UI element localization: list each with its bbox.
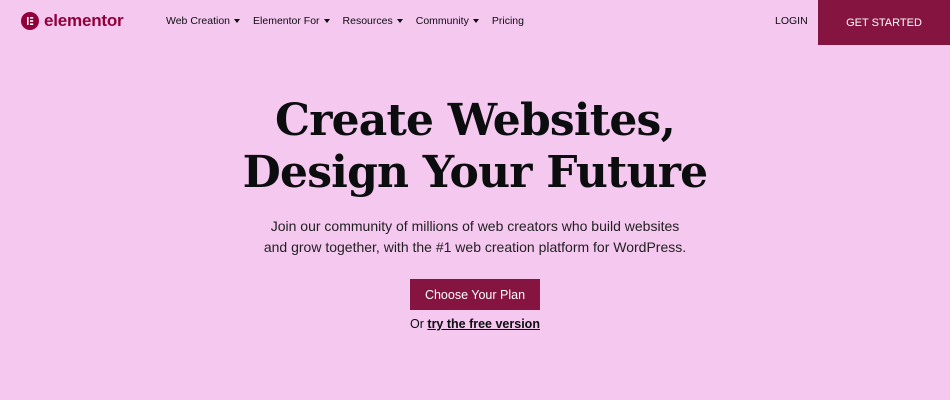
nav-resources[interactable]: Resources (343, 15, 403, 27)
hero-title-line-1: Create Websites, (274, 95, 676, 146)
nav-label: Web Creation (166, 15, 231, 27)
elementor-logo-icon (21, 12, 39, 30)
nav-pricing[interactable]: Pricing (492, 15, 524, 27)
hero-subtitle-line-1: Join our community of millions of web cr… (270, 218, 680, 234)
alt-prefix: Or (410, 317, 424, 331)
chevron-down-icon (472, 19, 479, 23)
nav-label: Pricing (491, 15, 524, 27)
site-header: elementor Web Creation Elementor For Res… (0, 0, 950, 45)
hero-subtitle: Join our community of millions of web cr… (0, 216, 950, 258)
login-link[interactable]: LOGIN (775, 15, 808, 27)
hero-title: Create Websites, Design Your Future (0, 95, 950, 199)
hero-subtitle-line-2: and grow together, with the #1 web creat… (263, 239, 687, 255)
main-nav: Web Creation Elementor For Resources Com… (166, 15, 537, 27)
nav-label: Community (415, 15, 469, 27)
elementor-logo[interactable]: elementor (21, 11, 124, 31)
logo-text: elementor (44, 11, 124, 30)
choose-your-plan-button[interactable]: Choose Your Plan (410, 279, 540, 310)
hero-title-line-2: Design Your Future (242, 147, 708, 198)
try-free-version-link[interactable]: try the free version (427, 317, 540, 331)
get-started-button[interactable]: GET STARTED (818, 0, 950, 45)
nav-elementor-for[interactable]: Elementor For (253, 15, 330, 27)
nav-community[interactable]: Community (416, 15, 479, 27)
nav-web-creation[interactable]: Web Creation (166, 15, 241, 27)
free-version-line: Or try the free version (0, 317, 950, 331)
nav-label: Resources (342, 15, 393, 27)
chevron-down-icon (323, 19, 330, 23)
nav-label: Elementor For (253, 15, 320, 27)
chevron-down-icon (396, 19, 403, 23)
chevron-down-icon (234, 19, 241, 23)
